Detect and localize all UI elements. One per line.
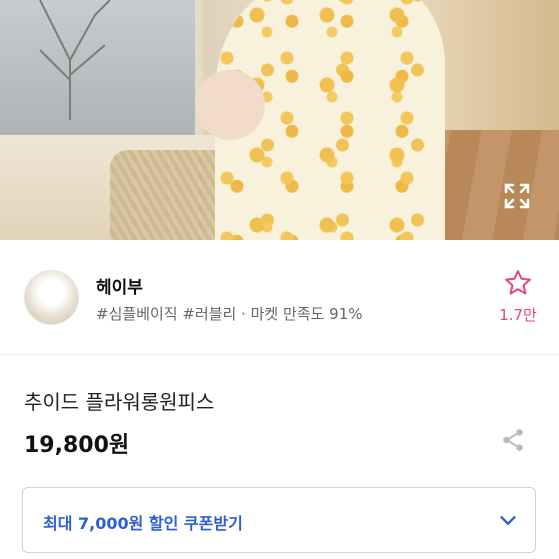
divider [0, 354, 559, 355]
product-price: 19,800원 [24, 433, 130, 458]
seller-avatar[interactable] [24, 270, 79, 325]
expand-icon[interactable] [504, 183, 530, 209]
product-title: 추이드 플라워롱원피스 [24, 390, 215, 414]
seller-name[interactable]: 헤이부 [96, 273, 143, 298]
seller-tags: #심플베이직 #러블리 · 마켓 만족도 91% [96, 305, 363, 323]
chevron-down-icon [500, 516, 516, 525]
coupon-label: 최대 7,000원 할인 쿠폰받기 [43, 514, 243, 533]
favorite-count: 1.7만 [499, 306, 537, 324]
window-background [0, 0, 203, 145]
tree-decoration [39, 0, 111, 120]
product-image[interactable] [0, 0, 559, 240]
model-arm [195, 70, 265, 140]
share-icon[interactable] [500, 427, 526, 453]
coupon-button[interactable]: 최대 7,000원 할인 쿠폰받기 [22, 487, 536, 553]
star-outline-icon [505, 270, 531, 295]
favorite-button[interactable]: 1.7만 [496, 268, 540, 325]
